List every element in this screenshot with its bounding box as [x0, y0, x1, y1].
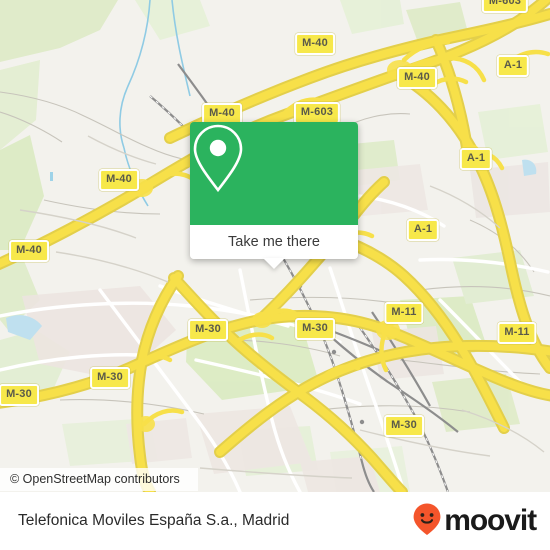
road-shield[interactable]: M-30 — [295, 318, 335, 340]
moovit-wordmark: moovit — [444, 504, 537, 537]
moovit-pin-smiley-icon — [412, 502, 442, 541]
road-shield[interactable]: M-30 — [0, 384, 39, 406]
road-shield[interactable]: M-11 — [384, 302, 424, 324]
water-body — [50, 172, 53, 181]
location-popup-card[interactable]: Take me there — [190, 122, 358, 269]
moovit-logo[interactable]: moovit — [412, 502, 537, 541]
place-title: Telefonica Moviles España S.a., Madrid — [18, 512, 290, 529]
footer-bar: Telefonica Moviles España S.a., Madrid m… — [0, 492, 550, 550]
popup-action-bar[interactable]: Take me there — [190, 225, 358, 269]
road-shield[interactable]: A-1 — [459, 148, 493, 170]
road-shield[interactable]: A-1 — [406, 219, 440, 241]
road-shield[interactable]: M-30 — [188, 319, 228, 341]
road-shield[interactable]: M-40 — [9, 240, 49, 262]
road-shield[interactable]: M-603 — [293, 102, 341, 124]
road-shield[interactable]: M-30 — [384, 415, 424, 437]
popup-pointer-tail — [263, 258, 285, 269]
popup-header — [190, 122, 358, 225]
osm-attribution[interactable]: © OpenStreetMap contributors — [0, 468, 198, 491]
road-shield[interactable]: M-40 — [295, 33, 335, 55]
map-canvas[interactable]: M-603 M-40 M-40 A-1 M-40 M-603 A-1 M-40 … — [0, 0, 550, 492]
road-shield[interactable]: M-40 — [397, 67, 437, 89]
map-screenshot: M-603 M-40 M-40 A-1 M-40 M-603 A-1 M-40 … — [0, 0, 550, 550]
road-shield[interactable]: M-11 — [497, 322, 537, 344]
road-shield[interactable]: M-30 — [90, 367, 130, 389]
take-me-there-label: Take me there — [228, 234, 320, 250]
road-shield[interactable]: M-603 — [481, 0, 529, 13]
road-shield[interactable]: A-1 — [496, 55, 530, 77]
road-shield[interactable]: M-40 — [99, 169, 139, 191]
